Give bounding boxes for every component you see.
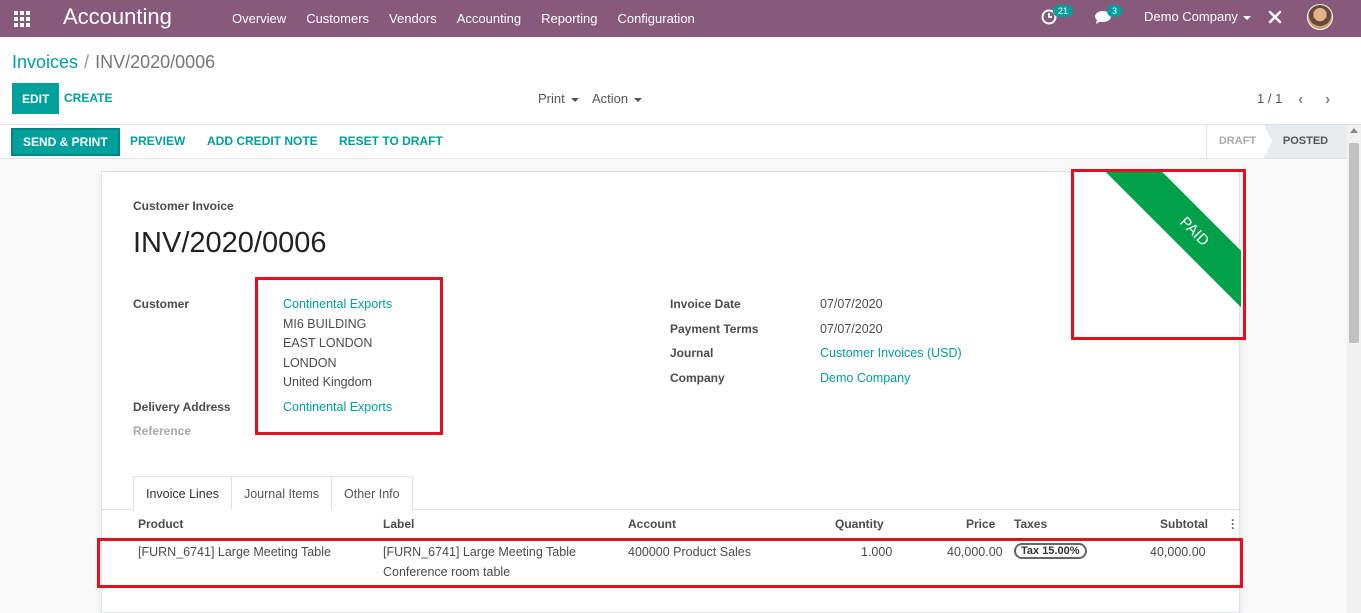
journal-link[interactable]: Customer Invoices (USD) [820, 346, 962, 360]
invoice-date-label: Invoice Date [670, 297, 741, 311]
menu-configuration[interactable]: Configuration [607, 11, 704, 26]
main-menu: Overview Customers Vendors Accounting Re… [222, 0, 705, 37]
pager-value[interactable]: 1 / 1 [1257, 91, 1282, 106]
breadcrumb-current: INV/2020/0006 [95, 52, 216, 72]
company-label: Company [670, 371, 725, 385]
scrollbar-thumb[interactable] [1349, 143, 1359, 343]
chevron-left-icon[interactable]: ‹ [1298, 91, 1303, 109]
stage-posted[interactable]: POSTED [1264, 125, 1347, 158]
print-dropdown[interactable]: Print [538, 91, 579, 106]
tab-journal-items[interactable]: Journal Items [230, 476, 332, 510]
col-taxes[interactable]: Taxes [1014, 517, 1047, 531]
action-label: Action [592, 91, 629, 106]
reset-to-draft-button[interactable]: RESET TO DRAFT [339, 134, 443, 148]
col-price[interactable]: Price [966, 517, 995, 531]
journal-label: Journal [670, 346, 714, 360]
chevron-right-icon[interactable]: › [1325, 91, 1330, 109]
menu-accounting[interactable]: Accounting [447, 11, 531, 26]
company-name: Demo Company [1144, 9, 1238, 24]
col-label[interactable]: Label [383, 517, 414, 531]
caret-down-icon [634, 97, 643, 102]
menu-customers[interactable]: Customers [296, 11, 379, 26]
col-product[interactable]: Product [138, 517, 183, 531]
app-title[interactable]: Accounting [63, 4, 172, 30]
control-panel: Invoices / INV/2020/0006 EDIT CREATE Print… [0, 37, 1361, 125]
highlight-box-ribbon [1071, 169, 1246, 340]
highlight-box-invoice-line [97, 538, 1243, 588]
column-options-icon[interactable]: · · · [1231, 514, 1235, 534]
add-credit-note-button[interactable]: ADD CREDIT NOTE [207, 134, 318, 148]
caret-down-icon [1242, 15, 1251, 20]
scroll-up-arrow-icon[interactable] [1350, 128, 1358, 133]
notebook-tabs: Invoice Lines Journal Items Other Info [133, 476, 413, 510]
menu-overview[interactable]: Overview [222, 11, 296, 26]
menu-vendors[interactable]: Vendors [379, 11, 447, 26]
status-bar: SEND & PRINT PREVIEW ADD CREDIT NOTE RES… [0, 125, 1347, 159]
edit-button[interactable]: EDIT [12, 83, 60, 114]
col-account[interactable]: Account [628, 517, 676, 531]
send-print-button[interactable]: SEND & PRINT [11, 128, 120, 156]
reference-label: Reference [133, 424, 192, 438]
breadcrumb: Invoices / INV/2020/0006 [12, 52, 215, 73]
message-count-badge: 3 [1107, 5, 1123, 17]
payment-terms-label: Payment Terms [670, 322, 759, 336]
create-button[interactable]: CREATE [64, 91, 112, 105]
highlight-box-customer [255, 277, 443, 435]
company-switcher[interactable]: Demo Company [1144, 9, 1251, 24]
user-avatar[interactable] [1307, 4, 1333, 30]
breadcrumb-separator: / [84, 52, 90, 72]
customer-label: Customer [133, 297, 190, 311]
preview-button[interactable]: PREVIEW [130, 134, 185, 148]
company-link[interactable]: Demo Company [820, 371, 910, 385]
activity-count-badge: 21 [1053, 5, 1074, 17]
col-subtotal[interactable]: Subtotal [1160, 517, 1208, 531]
print-label: Print [538, 91, 565, 106]
invoice-date-value: 07/07/2020 [820, 297, 883, 311]
apps-grid-icon[interactable] [11, 8, 31, 28]
breadcrumb-invoices[interactable]: Invoices [12, 52, 78, 72]
debug-tools-icon[interactable] [1268, 10, 1282, 24]
tab-invoice-lines[interactable]: Invoice Lines [133, 476, 232, 510]
col-quantity[interactable]: Quantity [835, 517, 884, 531]
caret-down-icon [570, 97, 579, 102]
menu-reporting[interactable]: Reporting [531, 11, 607, 26]
invoice-number: INV/2020/0006 [133, 227, 327, 259]
delivery-address-label: Delivery Address [133, 400, 231, 414]
top-navbar: Accounting Overview Customers Vendors Ac… [0, 0, 1361, 37]
action-dropdown[interactable]: Action [592, 91, 643, 106]
document-type: Customer Invoice [133, 199, 234, 213]
payment-terms-value: 07/07/2020 [820, 322, 883, 336]
tab-other-info[interactable]: Other Info [331, 476, 413, 510]
stage-draft[interactable]: DRAFT [1206, 125, 1268, 158]
